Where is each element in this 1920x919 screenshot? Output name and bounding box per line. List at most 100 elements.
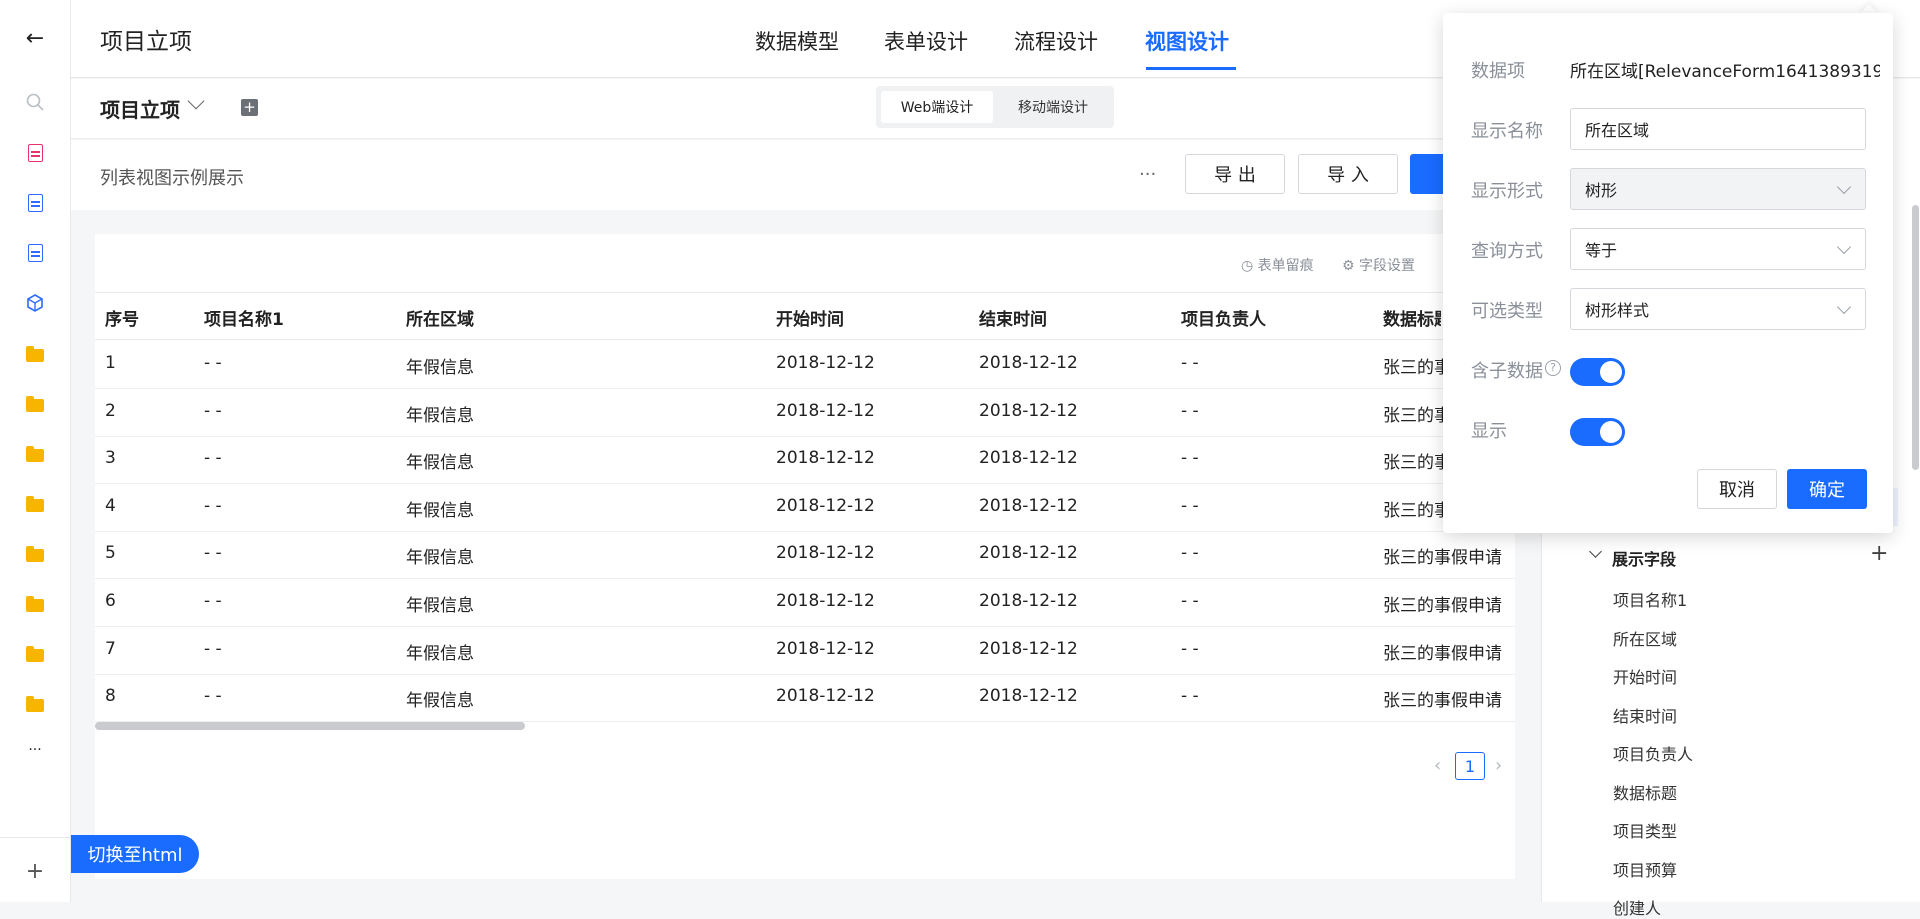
table-cell: 2018-12-12 [776, 543, 875, 564]
view-title[interactable]: 项目立项 [100, 94, 180, 123]
table-cell: 7 [105, 638, 116, 659]
view-bar [71, 79, 1541, 139]
include-children-label: 含子数据 [1471, 361, 1543, 382]
add-field-icon[interactable]: + [1870, 541, 1888, 566]
folder-icon[interactable] [24, 694, 46, 716]
horizontal-scrollbar[interactable] [95, 722, 525, 730]
display-form-label: 显示形式 [1471, 181, 1543, 202]
folder-icon[interactable] [24, 394, 46, 416]
column-header[interactable]: 序号 [105, 305, 139, 330]
cancel-button[interactable]: 取消 [1697, 469, 1777, 509]
table-cell: 8 [105, 686, 116, 707]
display-name-input[interactable]: 所在区域 [1570, 108, 1866, 150]
field-settings-link[interactable]: ⚙ 字段设置 [1342, 255, 1415, 275]
add-icon[interactable]: + [24, 859, 46, 884]
display-form-select[interactable]: 树形 [1570, 168, 1866, 210]
switch-to-html-button[interactable]: 切换至html [71, 835, 199, 873]
field-list-item[interactable]: 所在区域 [1613, 626, 1677, 650]
table-cell: 6 [105, 591, 116, 611]
column-header[interactable]: 结束时间 [979, 305, 1047, 330]
toolbar-title: 列表视图示例展示 [100, 168, 244, 189]
table-cell: 2018-12-12 [979, 638, 1078, 659]
form-trace-link[interactable]: ◷ 表单留痕 [1241, 255, 1314, 275]
column-header[interactable]: 项目负责人 [1181, 305, 1266, 330]
add-view-icon[interactable]: + [241, 99, 258, 116]
table-cell: 2018-12-12 [776, 495, 875, 516]
table-cell: - - [1181, 448, 1199, 469]
show-toggle[interactable] [1570, 418, 1625, 446]
form-trace-label: 表单留痕 [1257, 258, 1314, 274]
tab-flow-design[interactable]: 流程设计 [1014, 26, 1098, 56]
segment-web[interactable]: Web端设计 [881, 91, 993, 123]
column-header[interactable]: 开始时间 [776, 305, 844, 330]
table-cell: 2018-12-12 [776, 686, 875, 707]
more-icon[interactable]: ··· [24, 739, 46, 761]
table-cell: 2018-12-12 [979, 591, 1078, 611]
field-list-item[interactable]: 创建人 [1613, 895, 1661, 919]
active-tab-indicator [1146, 67, 1236, 70]
help-icon[interactable]: ? [1545, 360, 1561, 376]
query-mode-select[interactable]: 等于 [1570, 228, 1866, 270]
table-cell: 4 [105, 495, 116, 516]
table-cell: - - [204, 543, 222, 564]
folder-icon[interactable] [24, 544, 46, 566]
folder-icon[interactable] [24, 494, 46, 516]
selectable-type-label: 可选类型 [1471, 301, 1543, 322]
folder-icon[interactable] [24, 594, 46, 616]
table-cell: 年假信息 [406, 643, 474, 664]
field-settings-label: 字段设置 [1359, 258, 1416, 274]
tab-view-design[interactable]: 视图设计 [1145, 26, 1229, 56]
segment-mobile[interactable]: 移动端设计 [997, 91, 1109, 123]
table-cell: 张三的事假申请 [1383, 691, 1502, 712]
export-button[interactable]: 导 出 [1185, 154, 1285, 194]
field-list-item[interactable]: 项目预算 [1613, 857, 1677, 881]
panel-scrollbar[interactable] [1912, 205, 1919, 470]
table-cell: 年假信息 [406, 691, 474, 712]
field-list-item[interactable]: 项目类型 [1613, 818, 1677, 842]
column-header[interactable]: 所在区域 [406, 305, 474, 330]
more-actions-icon[interactable]: ··· [1139, 164, 1156, 185]
field-list-item[interactable]: 数据标题 [1613, 780, 1677, 804]
table-cell: - - [1181, 353, 1199, 373]
field-list-item[interactable]: 结束时间 [1613, 703, 1677, 727]
table-cell: 张三的事假申请 [1383, 596, 1502, 616]
tab-form-design[interactable]: 表单设计 [884, 26, 968, 56]
doc-icon[interactable] [24, 192, 46, 214]
table-cell: 3 [105, 448, 116, 469]
tab-data-model[interactable]: 数据模型 [755, 26, 839, 56]
table-cell: - - [1181, 638, 1199, 659]
search-icon[interactable] [24, 91, 46, 113]
import-button[interactable]: 导 入 [1298, 154, 1398, 194]
page-number[interactable]: 1 [1455, 752, 1485, 780]
doc-icon[interactable] [24, 242, 46, 264]
table-cell: - - [204, 495, 222, 516]
table-cell: 2018-12-12 [979, 448, 1078, 469]
table-cell: 年假信息 [406, 453, 474, 474]
display-form-value: 树形 [1585, 181, 1618, 200]
table-cell: - - [204, 400, 222, 421]
table-cell: - - [1181, 686, 1199, 707]
field-list-item[interactable]: 项目负责人 [1613, 741, 1693, 765]
prev-page-icon[interactable]: ‹ [1434, 755, 1441, 776]
confirm-button[interactable]: 确定 [1787, 469, 1867, 509]
folder-icon[interactable] [24, 444, 46, 466]
folder-icon[interactable] [24, 644, 46, 666]
field-list-item[interactable]: 开始时间 [1613, 664, 1677, 688]
query-mode-value: 等于 [1585, 241, 1618, 260]
cube-icon[interactable] [24, 292, 46, 314]
include-children-toggle[interactable] [1570, 358, 1625, 386]
table-cell: 年假信息 [406, 596, 474, 616]
next-page-icon[interactable]: › [1495, 755, 1502, 776]
table-cell: 2018-12-12 [979, 400, 1078, 421]
table-cell: 2018-12-12 [979, 543, 1078, 564]
field-list-item[interactable]: 项目名称1 [1613, 587, 1687, 611]
form-doc-icon[interactable] [24, 142, 46, 164]
column-header[interactable]: 数据标题 [1383, 305, 1441, 330]
back-arrow-icon[interactable]: ← [24, 26, 46, 51]
history-icon: ◷ [1241, 258, 1254, 274]
gear-icon: ⚙ [1342, 258, 1355, 274]
folder-icon[interactable] [24, 344, 46, 366]
selectable-type-select[interactable]: 树形样式 [1570, 288, 1866, 330]
data-item-value: 所在区域[RelevanceForm16413893192 [1570, 62, 1880, 82]
column-header[interactable]: 项目名称1 [204, 305, 284, 330]
